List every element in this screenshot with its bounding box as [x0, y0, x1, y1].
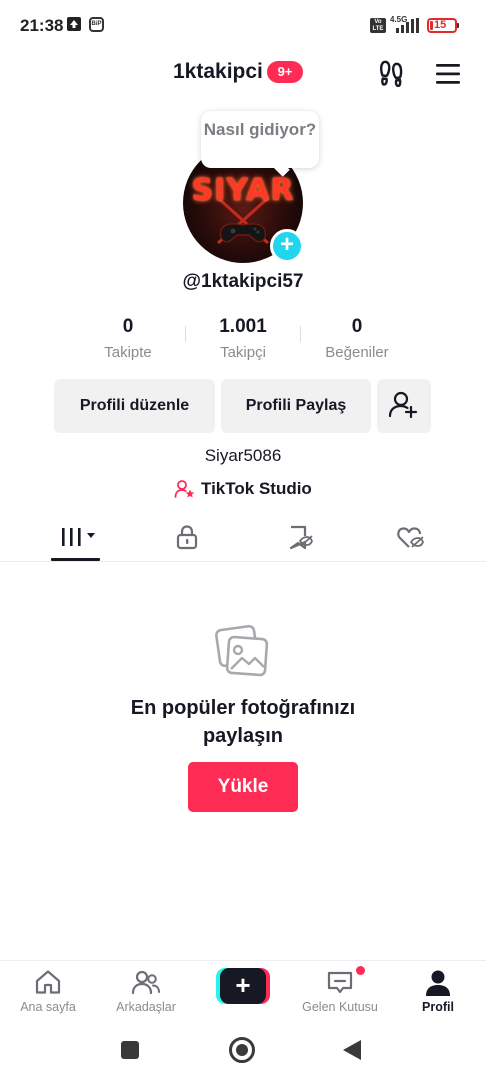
stat-followers[interactable]: 1.001 Takipçi — [183, 316, 303, 361]
inbox-icon — [327, 971, 353, 994]
avatar-logo-text: SIYAR — [191, 173, 295, 208]
status-time: 21:38 — [20, 16, 64, 35]
empty-state-title: En popüler fotoğrafınızı paylaşın — [0, 694, 486, 750]
battery-level: 15 — [434, 19, 447, 31]
nav-inbox[interactable]: Gelen Kutusu — [292, 961, 388, 1023]
lock-icon — [176, 525, 198, 550]
nav-profile[interactable]: Profil — [390, 961, 486, 1023]
tab-videos[interactable] — [26, 516, 126, 562]
nav-inbox-label: Gelen Kutusu — [302, 1000, 378, 1014]
stat-following[interactable]: 0 Takipte — [68, 316, 188, 361]
bottom-navigation: Ana sayfa Arkadaşlar + Gelen Kutusu Prof… — [0, 960, 486, 1022]
share-profile-button[interactable]: Profili Paylaş — [221, 379, 371, 433]
bookmark-hidden-icon — [289, 525, 313, 550]
bubble-text: Nasıl gidiyor? — [203, 120, 317, 139]
following-label: Takipte — [104, 344, 152, 361]
home-icon — [35, 970, 61, 994]
add-friend-button[interactable] — [377, 379, 431, 433]
empty-state-text: En popüler fotoğrafınızı paylaşın — [130, 697, 356, 747]
back-button[interactable] — [343, 1040, 361, 1060]
plus-icon: + — [220, 968, 266, 1004]
edit-profile-button[interactable]: Profili düzenle — [54, 379, 215, 433]
upload-button[interactable]: Yükle — [188, 762, 298, 812]
system-navigation — [0, 1022, 486, 1080]
profile-icon — [426, 970, 450, 996]
likes-label: Beğeniler — [325, 344, 389, 361]
inbox-notification-dot — [356, 966, 365, 975]
footprint-icon[interactable] — [379, 59, 405, 87]
grid-icon — [62, 528, 95, 546]
nav-home-label: Ana sayfa — [20, 1000, 76, 1014]
tab-private[interactable] — [137, 516, 237, 562]
followers-count: 1.001 — [219, 316, 267, 337]
battery-icon: 15 — [427, 18, 457, 33]
tab-favorites[interactable] — [250, 516, 350, 562]
active-tab-indicator — [51, 558, 100, 561]
liked-hidden-icon — [397, 527, 424, 548]
volte-icon: Vo LTE — [370, 18, 386, 33]
recent-apps-button[interactable] — [121, 1041, 139, 1059]
stats-row: 0 Takipte 1.001 Takipçi 0 Beğeniler — [0, 316, 486, 368]
home-button[interactable] — [229, 1037, 255, 1063]
likes-count: 0 — [351, 316, 363, 337]
create-button[interactable]: + — [216, 968, 270, 1004]
studio-label: TikTok Studio — [201, 479, 312, 498]
app-notification-icon: BiP — [89, 17, 104, 32]
account-switcher[interactable]: 1ktakipci — [173, 60, 263, 84]
signal-icon — [396, 18, 419, 33]
upload-notification-icon — [67, 17, 81, 31]
studio-icon — [174, 480, 195, 498]
nav-profile-label: Profil — [422, 1000, 454, 1014]
status-bar: 21:38 BiP Vo LTE 4.5G 15 — [0, 0, 486, 52]
profile-handle: @1ktakipci57 — [182, 271, 304, 292]
friends-icon — [131, 970, 160, 995]
avatar-status-bubble[interactable]: Nasıl gidiyor? — [201, 111, 319, 168]
following-count: 0 — [122, 316, 134, 337]
nav-friends[interactable]: Arkadaşlar — [98, 961, 194, 1023]
tab-liked[interactable] — [360, 516, 460, 562]
content-tabs — [0, 516, 486, 562]
stat-likes[interactable]: 0 Beğeniler — [297, 316, 417, 361]
menu-icon[interactable] — [435, 63, 461, 85]
nav-home[interactable]: Ana sayfa — [0, 961, 96, 1023]
add-avatar-button[interactable]: + — [270, 229, 304, 263]
add-friend-icon — [388, 391, 418, 419]
nav-friends-label: Arkadaşlar — [116, 1000, 176, 1014]
tiktok-studio-link[interactable]: TikTok Studio — [174, 478, 312, 500]
followers-label: Takipçi — [220, 344, 266, 361]
photo-icon — [215, 624, 269, 677]
notification-badge: 9+ — [267, 61, 303, 83]
profile-header: 1ktakipci 9+ — [0, 52, 486, 96]
bio-text: Siyar5086 — [204, 446, 282, 465]
